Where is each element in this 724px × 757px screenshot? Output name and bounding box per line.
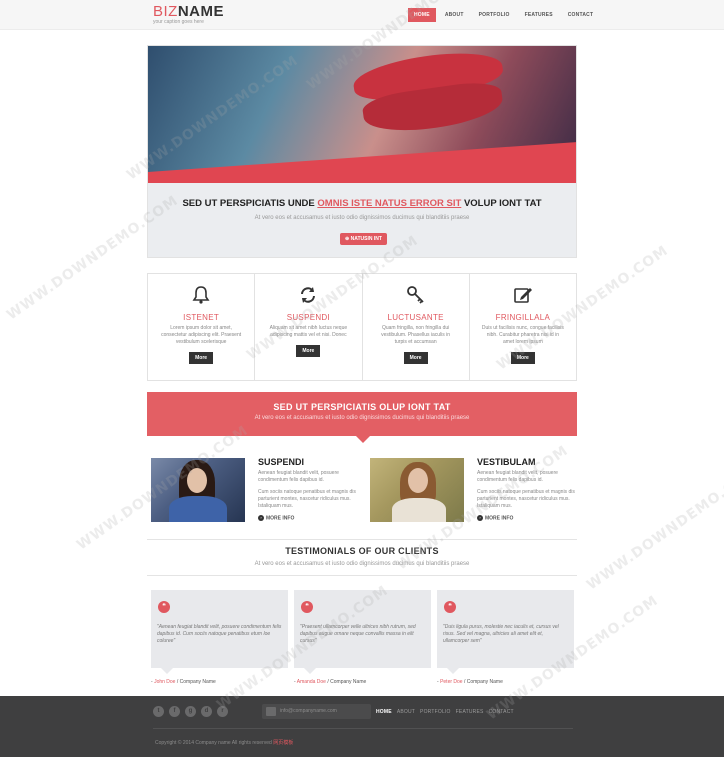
profile-photo xyxy=(151,458,245,522)
footer-nav-features[interactable]: FEATURES xyxy=(456,709,484,715)
testimonial-card: ❝ "Aenean feugiat blandit velit, posuere… xyxy=(151,590,288,674)
site-footer: t f g d r info@companyname.com HOME ABOU… xyxy=(0,696,724,757)
profile-title: SUSPENDI xyxy=(258,457,305,467)
banner-title: SED UT PERSPICIATIS OLUP IONT TAT xyxy=(273,402,451,412)
profile-text: Aenean feugiat blandit velit, posuere co… xyxy=(477,470,558,483)
copyright: Copyright © 2014 Company name All rights… xyxy=(155,740,294,746)
feature-title: ISTENET xyxy=(183,313,220,322)
feature-card: ISTENET Lorem ipsum dolor sit amet, cons… xyxy=(148,274,256,380)
refresh-icon xyxy=(301,287,316,303)
logo-biz: BIZ xyxy=(153,3,178,20)
footer-nav-home[interactable]: HOME xyxy=(376,709,392,715)
feature-card: LUCTUSANTE Quam fringilla, non fringilla… xyxy=(363,274,470,380)
nav-contact[interactable]: CONTACT xyxy=(562,8,599,22)
hero-title-highlight[interactable]: OMNIS ISTE NATUS ERROR SIT xyxy=(317,198,461,209)
testimonial-author: - Peter Doe / Company Name xyxy=(437,679,503,685)
google-plus-icon[interactable]: g xyxy=(185,706,196,717)
divider xyxy=(147,575,577,576)
feature-card: SUSPENDI Aliquam sit amet nibh luctus ne… xyxy=(255,274,363,380)
main-nav: HOME ABOUT PORTFOLIO FEATURES CONTACT xyxy=(408,8,599,22)
testimonials-title: TESTIMONIALS OF OUR CLIENTS xyxy=(285,546,439,556)
hero-title: SED UT PERSPICIATIS UNDE OMNIS ISTE NATU… xyxy=(182,198,542,209)
profile-text: Aenean feugiat blandit velit, posuere co… xyxy=(258,470,339,483)
email-text: info@companyname.com xyxy=(280,708,337,714)
nav-about[interactable]: ABOUT xyxy=(439,8,470,22)
feature-title: SUSPENDI xyxy=(286,313,331,322)
footer-nav-about[interactable]: ABOUT xyxy=(397,709,415,715)
testimonial-quote: "Aenean feugiat blandit velit, posuere c… xyxy=(157,624,282,644)
feature-title: LUCTUSANTE xyxy=(387,313,444,322)
testimonial-author: - John Doe / Company Name xyxy=(151,679,216,685)
quote-icon: ❝ xyxy=(444,601,456,613)
facebook-icon[interactable]: f xyxy=(169,706,180,717)
feature-card: FRINGILLALA Duis ut facilisis nunc, cong… xyxy=(470,274,576,380)
more-button[interactable]: More xyxy=(403,352,428,364)
nav-portfolio[interactable]: PORTFOLIO xyxy=(473,8,516,22)
hero-section: SED UT PERSPICIATIS UNDE OMNIS ISTE NATU… xyxy=(147,45,577,258)
quote-icon: ❝ xyxy=(301,601,313,613)
footer-divider xyxy=(153,728,573,729)
copyright-link[interactable]: 网页模板 xyxy=(273,740,293,746)
tagline: your caption goes here xyxy=(153,19,204,25)
footer-nav: HOME ABOUT PORTFOLIO FEATURES CONTACT xyxy=(376,709,514,715)
more-info-link[interactable]: › MORE INFO xyxy=(477,515,513,521)
banner-arrow xyxy=(356,436,370,443)
logo[interactable]: BIZNAME xyxy=(153,4,224,20)
key-icon xyxy=(406,286,424,304)
profile-text: Cum sociis natoque penatibus et magnis d… xyxy=(258,489,356,509)
arrow-right-icon: › xyxy=(477,515,483,521)
watermark: WWW.DOWNDEMO.COM xyxy=(583,462,724,594)
feature-title: FRINGILLALA xyxy=(495,313,551,322)
profile-card: SUSPENDI Aenean feugiat blandit velit, p… xyxy=(151,457,366,524)
profile-photo xyxy=(370,458,464,522)
bell-icon xyxy=(192,286,210,304)
profile-title: VESTIBULAM xyxy=(477,457,536,467)
promo-banner: SED UT PERSPICIATIS OLUP IONT TAT At ver… xyxy=(147,392,577,436)
feature-text: Duis ut facilisis nunc, congue facilisis… xyxy=(481,325,564,345)
testimonial-card: ❝ "Praesent ullamcorper velle ultrices n… xyxy=(294,590,431,674)
features-row: ISTENET Lorem ipsum dolor sit amet, cons… xyxy=(147,273,577,381)
dribbble-icon[interactable]: d xyxy=(201,706,212,717)
footer-nav-portfolio[interactable]: PORTFOLIO xyxy=(420,709,451,715)
email-box[interactable]: info@companyname.com xyxy=(262,704,371,719)
hero-subtitle: At vero eos et accusamus et iusto odio d… xyxy=(254,215,470,221)
footer-nav-contact[interactable]: CONTACT xyxy=(489,709,514,715)
feature-text: Aliquam sit amet nibh luctus neque adipi… xyxy=(269,325,348,338)
testimonial-card: ❝ "Duis ligula purus, molestie nec iacul… xyxy=(437,590,574,674)
hero-image xyxy=(148,46,576,183)
testimonial-quote: "Praesent ullamcorper velle ultrices nib… xyxy=(300,624,416,644)
quote-icon: ❝ xyxy=(158,601,170,613)
edit-icon xyxy=(514,288,532,303)
more-info-link[interactable]: › MORE INFO xyxy=(258,515,294,521)
rss-icon[interactable]: r xyxy=(217,706,228,717)
testimonials-subtitle: At vero eos et accusamus et iusto odio d… xyxy=(254,561,470,567)
social-links: t f g d r xyxy=(153,706,228,717)
hero-button[interactable]: ⊕ NATUSIN INT xyxy=(340,233,387,245)
logo-name: NAME xyxy=(177,3,225,20)
profile-card: VESTIBULAM Aenean feugiat blandit velit,… xyxy=(370,457,585,524)
more-button[interactable]: More xyxy=(296,345,321,357)
divider xyxy=(147,539,577,540)
mail-icon xyxy=(266,707,276,716)
feature-text: Lorem ipsum dolor sit amet, consectetur … xyxy=(161,325,242,345)
testimonial-author: - Amanda Doe / Company Name xyxy=(294,679,367,685)
nav-features[interactable]: FEATURES xyxy=(519,8,559,22)
profile-text: Cum sociis natoque penatibus et magnis d… xyxy=(477,489,575,509)
feature-text: Quam fringilla, non fringilla dui vestib… xyxy=(381,325,451,345)
arrow-right-icon: › xyxy=(258,515,264,521)
more-button[interactable]: More xyxy=(510,352,535,364)
banner-subtitle: At vero eos et accusamus et iusto odio d… xyxy=(254,415,470,421)
testimonial-quote: "Duis ligula purus, molestie nec iaculis… xyxy=(443,624,559,644)
more-button[interactable]: More xyxy=(189,352,214,364)
nav-home[interactable]: HOME xyxy=(408,8,436,22)
twitter-icon[interactable]: t xyxy=(153,706,164,717)
site-header: BIZNAME your caption goes here HOME ABOU… xyxy=(0,0,724,30)
